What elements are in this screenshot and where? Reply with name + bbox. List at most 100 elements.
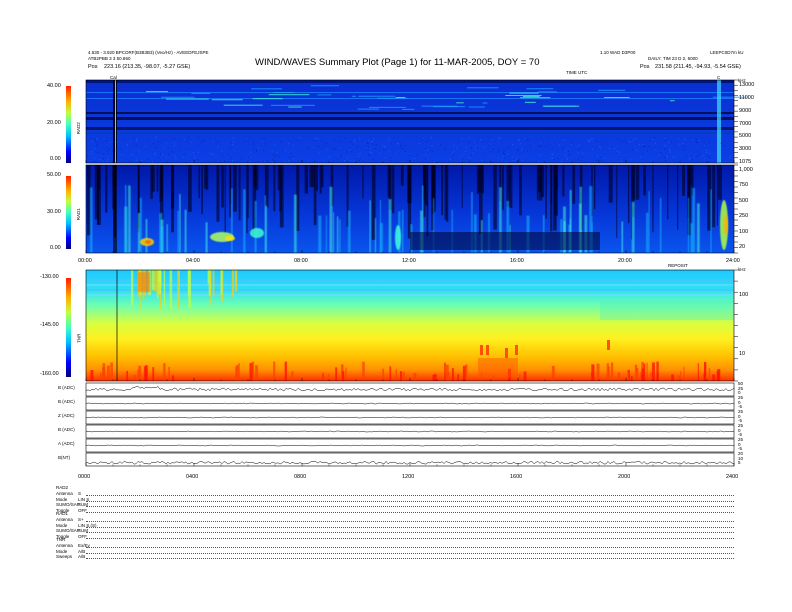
rad2-speckle <box>699 153 701 155</box>
rad2-speckle <box>292 144 294 146</box>
rad2-speckle <box>506 147 508 149</box>
rad2-speckle <box>482 154 484 156</box>
tnr-burst <box>169 270 173 310</box>
tnr-spike <box>342 371 345 381</box>
rad2-speckle <box>521 148 523 150</box>
rad2-streak <box>251 88 282 90</box>
rad1-dark-streak <box>254 165 259 190</box>
rad2-streak <box>288 106 302 108</box>
rad2-speckle <box>279 141 281 143</box>
rad2-speckle <box>664 144 666 146</box>
rad2-speckle <box>669 150 671 152</box>
rad2-speckle <box>115 150 117 152</box>
rad2-speckle <box>724 145 726 147</box>
rad2-speckle <box>157 141 159 143</box>
rad2-speckle <box>183 153 185 155</box>
rad1-dark-streak <box>616 165 618 238</box>
rad2-speckle <box>414 158 416 160</box>
rad2-streak <box>270 104 315 106</box>
rad2-speckle <box>669 151 671 153</box>
rad1-hotspot <box>250 228 264 238</box>
rad2-speckle <box>621 161 623 163</box>
rad2-speckle <box>616 150 618 152</box>
tnr-spike <box>617 372 621 381</box>
rad2-speckle <box>643 138 645 140</box>
rad2-speckle <box>136 140 138 142</box>
rad2-speckle <box>348 141 350 143</box>
footer-title: TNR <box>56 537 66 542</box>
rad2-streak <box>604 96 630 98</box>
ytick-0-3: 7000 <box>739 120 752 127</box>
rad2-speckle <box>646 150 648 152</box>
tnr-spike <box>273 361 276 381</box>
rad2-speckle <box>343 160 345 162</box>
time-label: 2000 <box>618 474 631 480</box>
rad2-speckle <box>290 152 292 154</box>
rad2-speckle <box>117 141 119 143</box>
rad2-speckle <box>664 157 666 159</box>
rad2-speckle <box>350 159 352 161</box>
rad2-speckle <box>400 144 402 146</box>
tnr-spike <box>641 368 644 381</box>
rad2-speckle <box>538 145 540 147</box>
rad2-speckle <box>103 161 105 163</box>
rad2-speckle <box>297 139 299 141</box>
rad2-speckle <box>340 156 342 158</box>
rad2-speckle <box>248 156 250 158</box>
mid-time-right-label: REPOSIT <box>668 263 688 268</box>
rad2-speckle <box>400 146 402 148</box>
rad1-burst <box>374 218 377 253</box>
rad2-speckle <box>241 157 243 159</box>
rad1-dark-streak <box>400 165 404 186</box>
rad2-streak <box>161 96 195 98</box>
rad2-speckle <box>551 157 553 159</box>
rad1-burst <box>648 191 650 253</box>
rad2-speckle <box>141 159 143 161</box>
rad1-burst <box>690 223 694 253</box>
rad2-streak <box>211 99 243 101</box>
rad2-speckle <box>491 151 493 153</box>
rad2-speckle <box>600 147 602 149</box>
rad2-speckle <box>108 148 110 150</box>
rad2-speckle <box>629 158 631 160</box>
rad1-dark-streak <box>221 165 224 208</box>
tnr-red-cluster <box>607 340 610 350</box>
rad2-speckle <box>261 140 263 142</box>
rad2-speckle <box>513 158 515 160</box>
rad1-burst <box>293 194 297 253</box>
rad2-speckle <box>120 149 122 151</box>
rad2-speckle <box>550 157 552 159</box>
rad2-speckle <box>618 138 620 140</box>
rad2-speckle <box>666 155 668 157</box>
rad2-speckle <box>596 140 598 142</box>
rad2-speckle <box>422 137 424 139</box>
rad2-speckle <box>468 141 470 143</box>
rad2-speckle <box>390 143 392 145</box>
rad2-speckle <box>346 151 348 153</box>
rad2-speckle <box>434 161 436 163</box>
rad2-speckle <box>96 143 98 145</box>
rad1-burst <box>329 186 333 253</box>
ytick-0-0: 13000 <box>739 82 755 88</box>
rad2-speckle <box>383 149 385 151</box>
tnr-band <box>86 289 734 291</box>
rad2-speckle <box>368 146 370 148</box>
rad2-streak <box>467 87 499 89</box>
rad1-burst <box>710 189 712 253</box>
footer-row-label: Antenna <box>56 543 73 548</box>
rad2-speckle <box>136 159 138 161</box>
rad1-dark-streak <box>201 165 203 214</box>
rad2-speckle <box>249 151 251 153</box>
rad2-streak <box>252 98 283 100</box>
rad2-band <box>86 92 734 93</box>
tnr-cbar-tick-1: -145.00 <box>40 322 59 328</box>
rad2-speckle <box>501 159 503 161</box>
rad2-speckle <box>708 142 710 144</box>
rad2-cbar-tick-1: 20.00 <box>47 120 61 126</box>
rad2-speckle <box>533 145 535 147</box>
rad2-speckle <box>370 141 372 143</box>
rad2-speckle <box>470 154 472 156</box>
tnr-burst <box>177 270 181 309</box>
rad2-speckle <box>250 156 252 158</box>
rad2-speckle <box>683 149 685 151</box>
